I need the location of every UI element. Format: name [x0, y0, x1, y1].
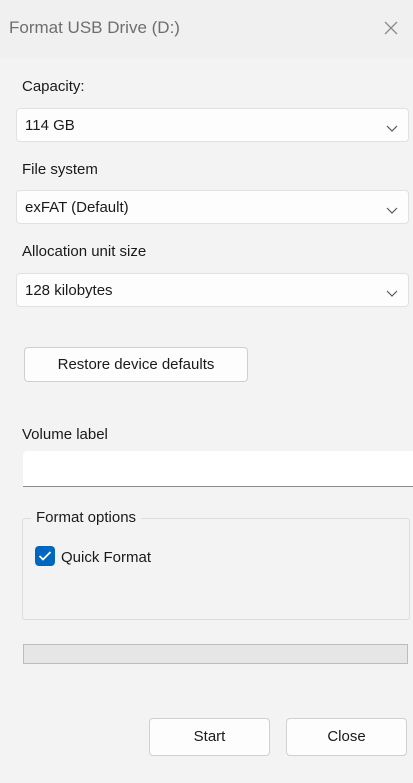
- volume-label-label: Volume label: [22, 426, 108, 443]
- capacity-value: 114 GB: [25, 117, 75, 134]
- allocation-dropdown[interactable]: 128 kilobytes: [16, 273, 409, 307]
- restore-defaults-button[interactable]: Restore device defaults: [24, 347, 248, 382]
- capacity-label: Capacity:: [22, 78, 85, 95]
- window-title: Format USB Drive (D:): [9, 18, 180, 37]
- progress-bar: [23, 644, 408, 664]
- capacity-dropdown[interactable]: 114 GB: [16, 108, 409, 142]
- checkmark-icon: [38, 551, 52, 561]
- chevron-down-icon: [386, 285, 398, 297]
- start-button[interactable]: Start: [149, 718, 270, 756]
- file-system-label: File system: [22, 161, 98, 178]
- quick-format-label[interactable]: Quick Format: [61, 549, 151, 566]
- chevron-down-icon: [386, 202, 398, 214]
- close-icon[interactable]: [383, 20, 399, 36]
- file-system-value: exFAT (Default): [25, 199, 129, 216]
- file-system-dropdown[interactable]: exFAT (Default): [16, 190, 409, 224]
- format-options-group: [22, 518, 410, 620]
- quick-format-checkbox[interactable]: [35, 546, 55, 566]
- allocation-label: Allocation unit size: [22, 243, 147, 260]
- format-options-title: Format options: [31, 509, 142, 526]
- close-button[interactable]: Close: [286, 718, 407, 756]
- volume-label-input[interactable]: [23, 451, 413, 487]
- title-bar: Format USB Drive (D:): [0, 0, 413, 58]
- allocation-value: 128 kilobytes: [25, 282, 113, 299]
- chevron-down-icon: [386, 120, 398, 132]
